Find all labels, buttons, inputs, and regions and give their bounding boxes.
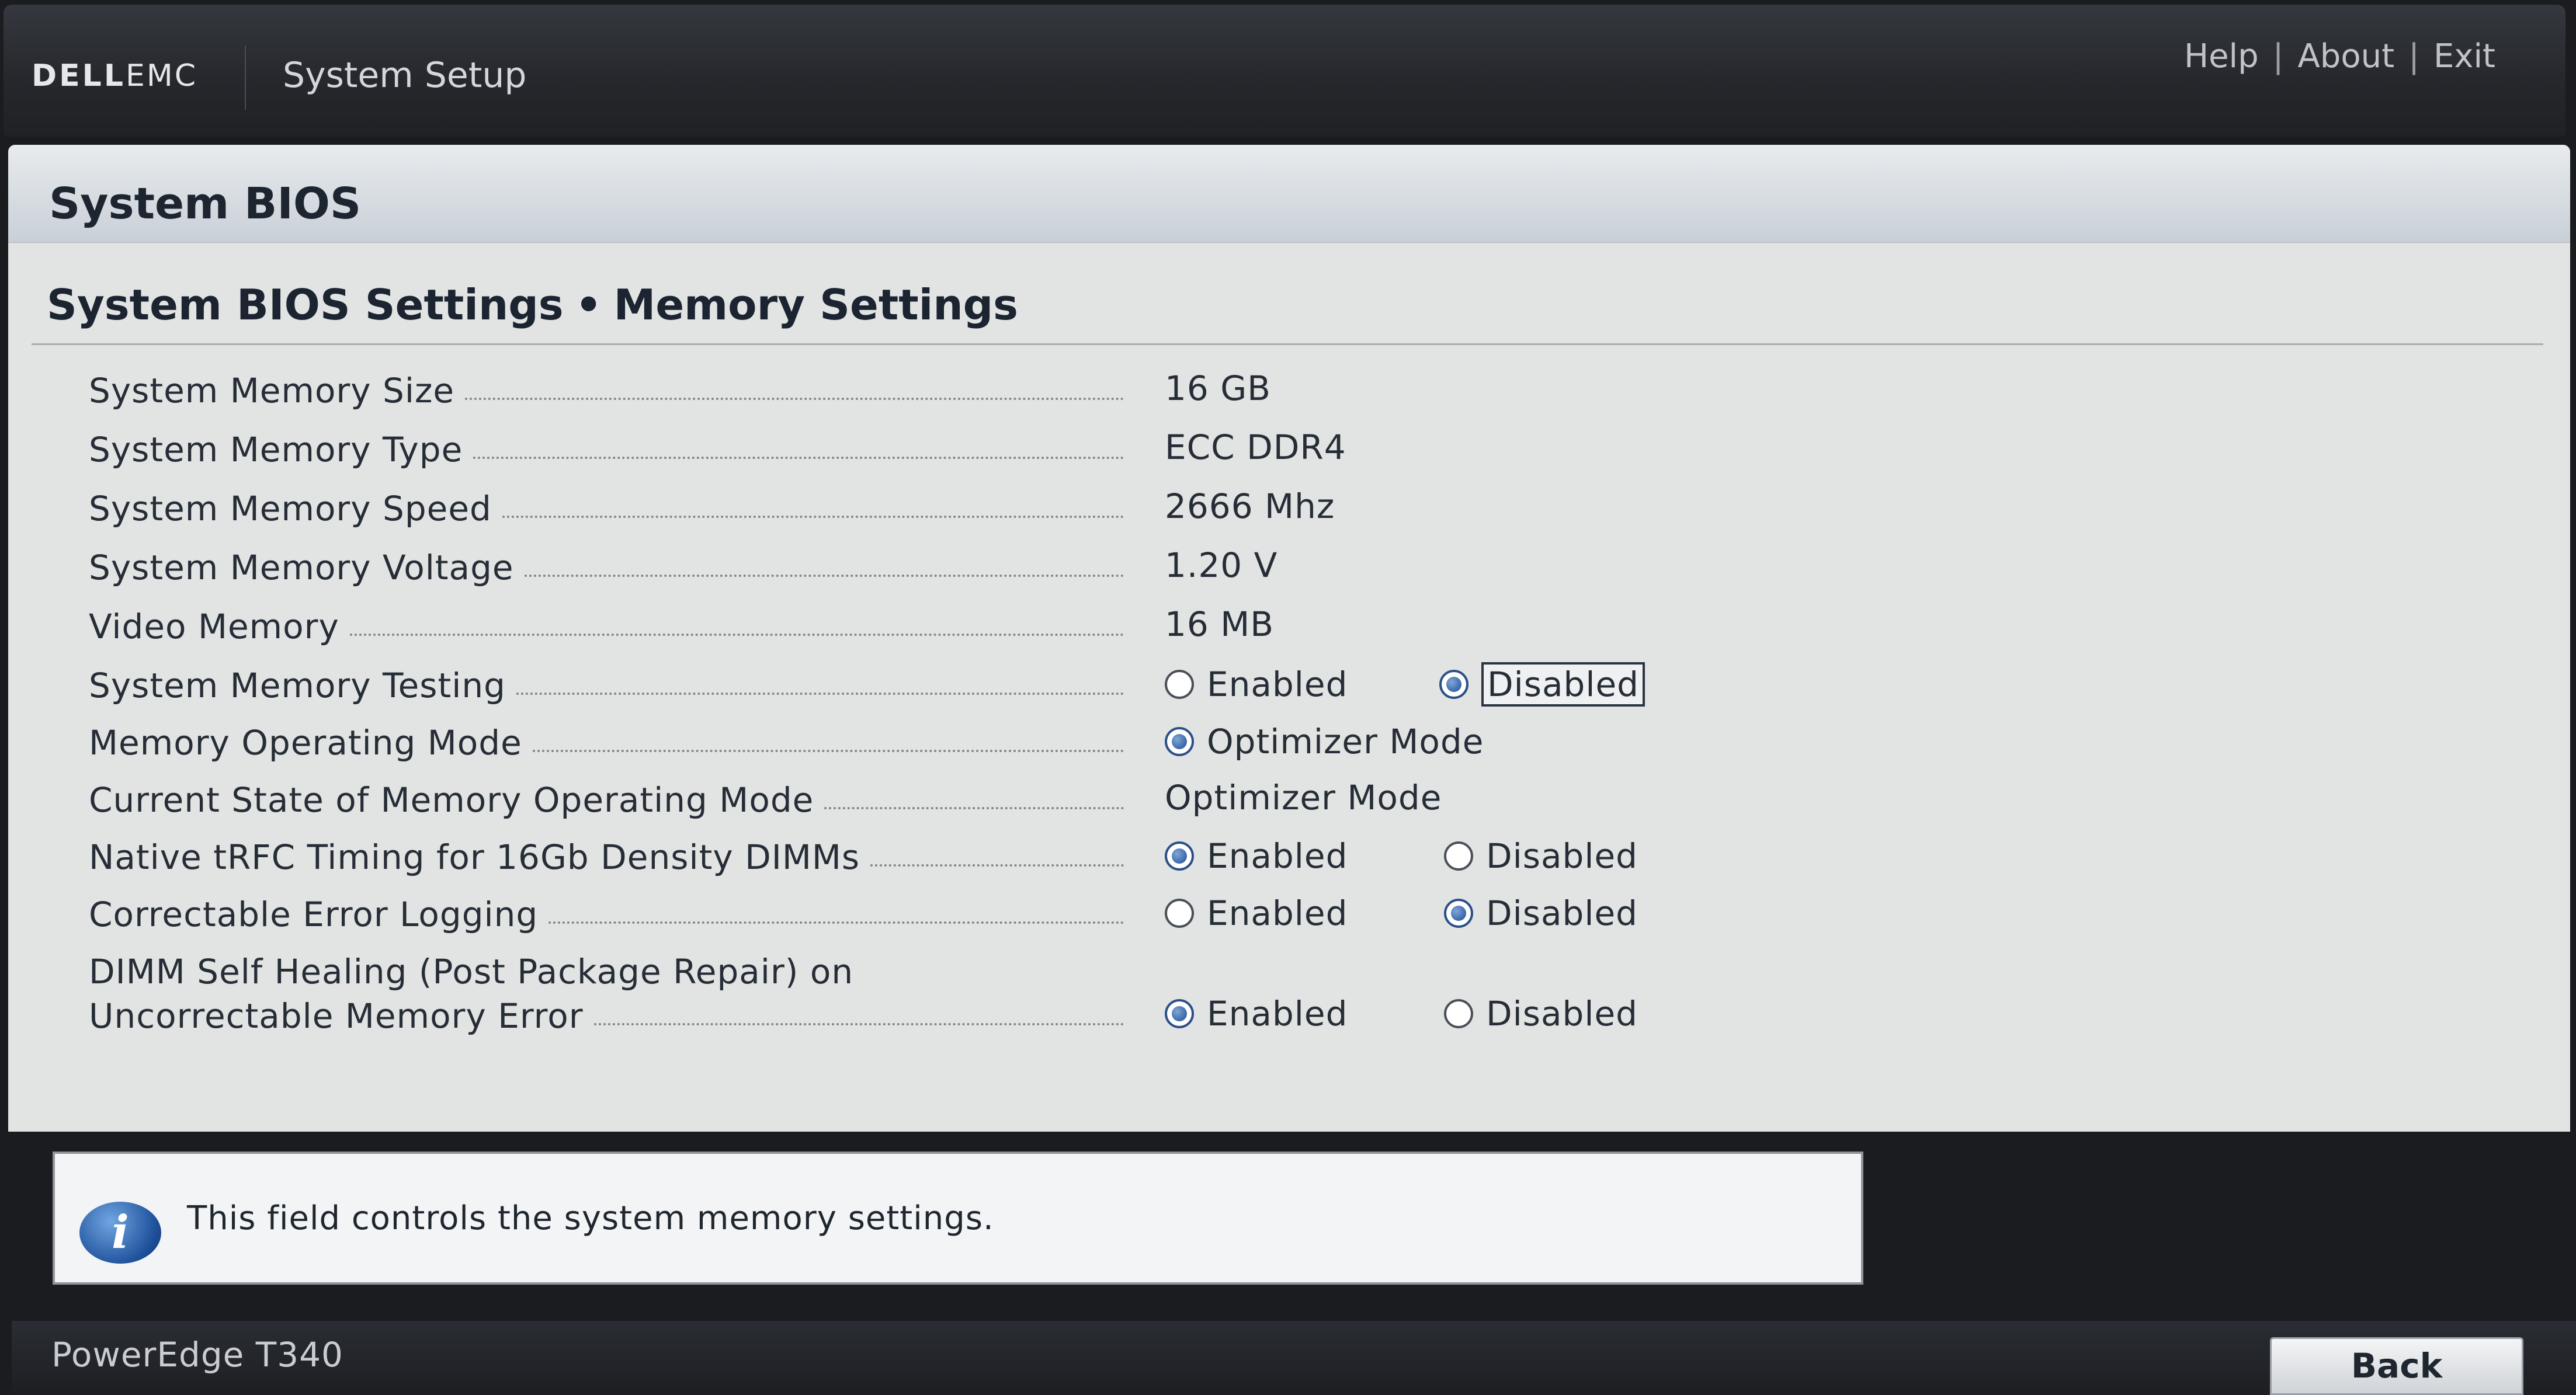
setting-label-text: System Memory Voltage [89, 548, 514, 587]
setting-row-video-memory: Video Memory 16 MB [8, 600, 1761, 652]
radio-trfc-disabled[interactable]: Disabled [1444, 833, 1638, 879]
setting-row-memory-speed: System Memory Speed 2666 Mhz [8, 482, 1761, 534]
setting-row-native-trfc-timing: Native tRFC Timing for 16Gb Density DIMM… [8, 830, 1761, 883]
dotted-leader [824, 807, 1124, 809]
radio-label-focused: Disabled [1481, 662, 1645, 707]
setting-label-text: Current State of Memory Operating Mode [89, 780, 814, 820]
radio-label: Disabled [1486, 893, 1638, 933]
dotted-leader [502, 516, 1124, 518]
dotted-leader [548, 921, 1124, 924]
radio-memory-testing-enabled[interactable]: Enabled [1165, 661, 1348, 708]
setting-label-text: Correctable Error Logging [89, 895, 539, 934]
radio-label: Optimizer Mode [1207, 722, 1484, 761]
radio-label: Disabled [1486, 994, 1638, 1034]
link-separator: | [2408, 37, 2419, 75]
radio-self-healing-enabled[interactable]: Enabled [1165, 990, 1348, 1037]
radio-label: Enabled [1207, 893, 1348, 933]
setting-row-memory-testing: System Memory Testing Enabled Disabled [8, 659, 1761, 711]
radio-button-icon[interactable] [1444, 841, 1473, 871]
top-header-bar: DELLEMC System Setup Help | About | Exit [4, 5, 2565, 137]
radio-error-logging-enabled[interactable]: Enabled [1165, 890, 1348, 937]
setting-value: ECC DDR4 [1165, 427, 1346, 467]
logo-emc: EMC [125, 58, 197, 93]
radio-button-icon[interactable] [1165, 670, 1194, 699]
radio-trfc-enabled[interactable]: Enabled [1165, 833, 1348, 879]
setting-label-line2: Uncorrectable Memory Error [89, 996, 1124, 1036]
radio-button-selected-icon[interactable] [1444, 899, 1473, 928]
radio-button-selected-icon[interactable] [1165, 999, 1194, 1028]
info-icon: i [79, 1202, 161, 1264]
setting-label: Video Memory [89, 607, 1124, 646]
header-links: Help | About | Exit [2184, 37, 2495, 75]
setting-label-text: System Memory Speed [89, 489, 492, 528]
server-model: PowerEdge T340 [51, 1335, 343, 1375]
setting-value: 16 MB [1165, 604, 1275, 644]
setting-value: 16 GB [1165, 368, 1271, 408]
setting-label: System Memory Size [89, 371, 1124, 411]
radio-label: Enabled [1207, 665, 1348, 704]
dotted-leader [870, 864, 1124, 867]
setting-label: System Memory Testing [89, 666, 1124, 705]
setting-value: 1.20 V [1165, 545, 1278, 585]
header-divider [245, 46, 246, 110]
radio-optimizer-mode[interactable]: Optimizer Mode [1165, 718, 1484, 765]
setting-label-text: Memory Operating Mode [89, 723, 522, 763]
setting-row-current-operating-mode: Current State of Memory Operating Mode O… [8, 773, 1761, 826]
dell-emc-logo: DELLEMC [32, 58, 197, 93]
setting-row-memory-operating-mode: Memory Operating Mode Optimizer Mode [8, 716, 1761, 768]
setting-label: System Memory Speed [89, 489, 1124, 528]
setting-label-text: DIMM Self Healing (Post Package Repair) … [89, 952, 854, 992]
link-separator: | [2272, 37, 2284, 75]
dotted-leader [473, 457, 1124, 459]
setting-label-text: Video Memory [89, 607, 339, 646]
setting-label: DIMM Self Healing (Post Package Repair) … [89, 952, 1124, 1036]
logo-dell: DELL [32, 58, 126, 93]
radio-label: Disabled [1486, 836, 1638, 876]
radio-memory-testing-disabled[interactable]: Disabled [1439, 661, 1645, 708]
dotted-leader [349, 634, 1124, 636]
setting-value: 2666 Mhz [1165, 486, 1335, 526]
dotted-leader [532, 750, 1124, 752]
setting-row-memory-type: System Memory Type ECC DDR4 [8, 423, 1761, 475]
dotted-leader [593, 1023, 1124, 1025]
main-panel: System BIOS System BIOS Settings • Memory … [8, 145, 2570, 1132]
radio-button-selected-icon[interactable] [1439, 670, 1468, 699]
footer-bar: PowerEdge T340 Back [12, 1321, 2576, 1395]
setting-row-dimm-self-healing: DIMM Self Healing (Post Package Repair) … [8, 945, 1761, 1050]
about-link[interactable]: About [2298, 37, 2395, 75]
setting-row-memory-size: System Memory Size 16 GB [8, 364, 1761, 416]
setting-label: Native tRFC Timing for 16Gb Density DIMM… [89, 837, 1124, 877]
radio-error-logging-disabled[interactable]: Disabled [1444, 890, 1638, 937]
setting-label: Correctable Error Logging [89, 895, 1124, 934]
setting-label-text: System Memory Type [89, 430, 463, 469]
setting-label-text: System Memory Size [89, 371, 455, 411]
radio-self-healing-disabled[interactable]: Disabled [1444, 990, 1638, 1037]
help-description-box: i This field controls the system memory … [53, 1152, 1863, 1285]
radio-label: Enabled [1207, 994, 1348, 1034]
radio-button-icon[interactable] [1165, 899, 1194, 928]
setting-label-text: Native tRFC Timing for 16Gb Density DIMM… [89, 837, 860, 877]
help-link[interactable]: Help [2184, 37, 2259, 75]
exit-link[interactable]: Exit [2433, 37, 2495, 75]
setting-label: Memory Operating Mode [89, 723, 1124, 763]
setting-label-text: Uncorrectable Memory Error [89, 996, 584, 1036]
dotted-leader [524, 575, 1124, 577]
radio-label: Enabled [1207, 836, 1348, 876]
radio-button-selected-icon[interactable] [1165, 841, 1194, 871]
setting-label: System Memory Type [89, 430, 1124, 469]
dotted-leader [465, 398, 1124, 400]
setting-label: System Memory Voltage [89, 548, 1124, 587]
back-button[interactable]: Back [2270, 1337, 2523, 1395]
help-text: This field controls the system memory se… [187, 1199, 994, 1237]
dotted-leader [516, 693, 1124, 695]
setting-row-memory-voltage: System Memory Voltage 1.20 V [8, 541, 1761, 593]
setting-value: Optimizer Mode [1165, 778, 1442, 817]
setting-label: Current State of Memory Operating Mode [89, 780, 1124, 820]
setting-row-correctable-error-logging: Correctable Error Logging Enabled Disabl… [8, 888, 1761, 940]
radio-button-selected-icon[interactable] [1165, 727, 1194, 756]
radio-button-icon[interactable] [1444, 999, 1473, 1028]
app-title: System Setup [283, 55, 527, 96]
setting-label-text: System Memory Testing [89, 666, 506, 705]
settings-list: System Memory Size 16 GB System Memory T… [8, 145, 2570, 1132]
